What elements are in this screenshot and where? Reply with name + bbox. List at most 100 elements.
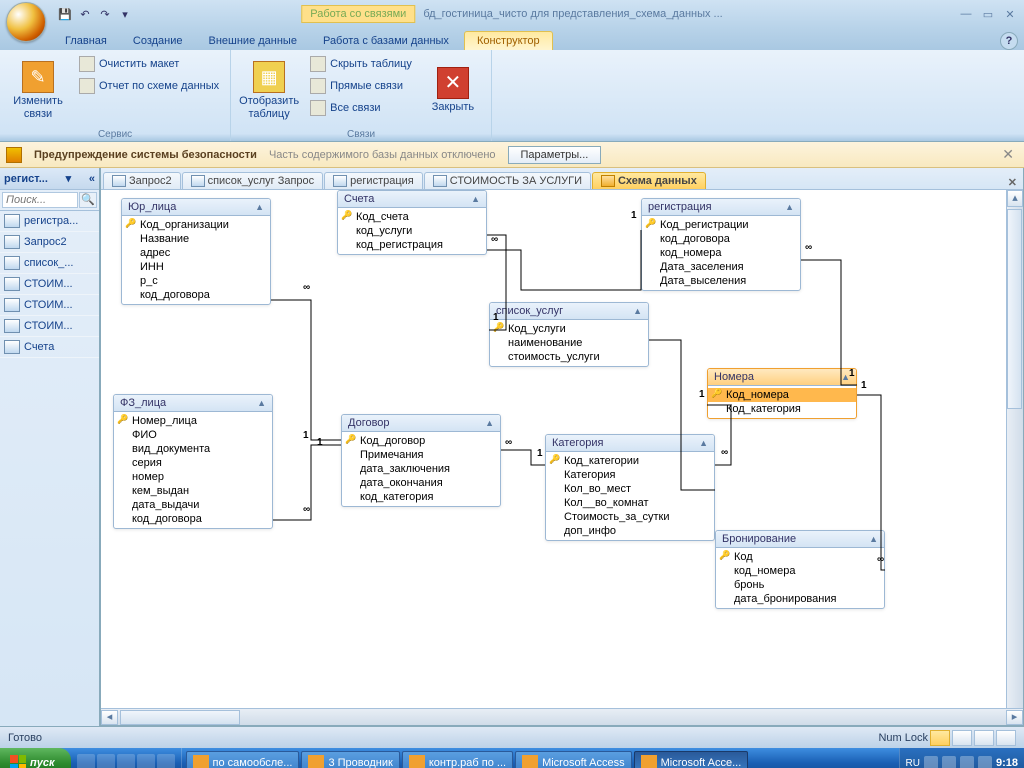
nav-header[interactable]: регист... ▾ « bbox=[0, 168, 99, 190]
nav-object[interactable]: Запрос2 bbox=[0, 232, 99, 253]
ribbon-tab-design[interactable]: Конструктор bbox=[464, 31, 553, 50]
horizontal-scrollbar[interactable]: ◂ ▸ bbox=[101, 708, 1023, 725]
table-fz[interactable]: ФЗ_лица▲Номер_лицаФИОвид_документасериян… bbox=[113, 394, 273, 529]
tray-icon[interactable] bbox=[924, 756, 938, 768]
field[interactable]: Код_номера bbox=[708, 388, 856, 402]
redo-icon[interactable]: ↷ bbox=[96, 5, 114, 23]
doc-tab[interactable]: Запрос2 bbox=[103, 172, 181, 189]
minimize-button[interactable]: — bbox=[956, 5, 976, 23]
field[interactable]: дата_бронирования bbox=[716, 592, 884, 606]
table-spisok[interactable]: список_услуг▲Код_услугинаименованиестоим… bbox=[489, 302, 649, 367]
app-icon[interactable] bbox=[157, 754, 175, 768]
field[interactable]: код_номера bbox=[642, 246, 800, 260]
field[interactable]: р_с bbox=[122, 274, 270, 288]
tray-icon[interactable] bbox=[942, 756, 956, 768]
doc-tab[interactable]: СТОИМОСТЬ ЗА УСЛУГИ bbox=[424, 172, 591, 189]
language-indicator[interactable]: RU bbox=[906, 758, 920, 768]
field[interactable]: код_договора bbox=[114, 512, 272, 526]
scroll-left-icon[interactable]: ◂ bbox=[101, 710, 118, 725]
help-button[interactable]: ? bbox=[1000, 32, 1018, 50]
field[interactable]: наименование bbox=[490, 336, 648, 350]
table-nomera[interactable]: Номера▲ Код_номераКод_категория bbox=[707, 368, 857, 419]
view-sql-button[interactable] bbox=[974, 730, 994, 746]
close-button[interactable]: ✕ bbox=[1000, 5, 1020, 23]
nav-object[interactable]: Счета bbox=[0, 337, 99, 358]
view-datasheet-button[interactable] bbox=[952, 730, 972, 746]
field[interactable]: Код_категория bbox=[708, 402, 856, 416]
nav-object[interactable]: список_... bbox=[0, 253, 99, 274]
chevron-down-icon[interactable]: ▾ bbox=[66, 172, 72, 185]
table-header[interactable]: Бронирование▲ bbox=[716, 531, 884, 548]
desktop-icon[interactable] bbox=[97, 754, 115, 768]
field[interactable]: серия bbox=[114, 456, 272, 470]
table-dogovor[interactable]: Договор▲Код_договорПримечаниядата_заключ… bbox=[341, 414, 501, 507]
nav-object[interactable]: регистра... bbox=[0, 211, 99, 232]
close-design-button[interactable]: ✕ Закрыть bbox=[421, 53, 485, 128]
field[interactable]: Стоимость_за_сутки bbox=[546, 510, 714, 524]
field[interactable]: Номер_лица bbox=[114, 414, 272, 428]
ribbon-tab-dbtools[interactable]: Работа с базами данных bbox=[310, 31, 462, 50]
media-icon[interactable] bbox=[137, 754, 155, 768]
doc-tab[interactable]: регистрация bbox=[324, 172, 423, 189]
field[interactable]: Код_договор bbox=[342, 434, 500, 448]
collapse-pane-icon[interactable]: « bbox=[89, 173, 95, 185]
field[interactable]: Кол_во_мест bbox=[546, 482, 714, 496]
table-kategoria[interactable]: Категория▲Код_категорииКатегорияКол_во_м… bbox=[545, 434, 715, 541]
field[interactable]: код_договора bbox=[122, 288, 270, 302]
taskbar-app-button[interactable]: 3 Проводник bbox=[301, 751, 399, 768]
office-button[interactable] bbox=[6, 2, 46, 42]
close-tab-button[interactable]: ✕ bbox=[1002, 176, 1023, 189]
doc-tab[interactable]: Схема данных bbox=[592, 172, 706, 189]
taskbar-app-button[interactable]: контр.раб по ... bbox=[402, 751, 513, 768]
network-icon[interactable] bbox=[978, 756, 992, 768]
nav-search-input[interactable] bbox=[2, 192, 78, 208]
field[interactable]: Примечания bbox=[342, 448, 500, 462]
hide-table-button[interactable]: Скрыть таблицу bbox=[305, 53, 417, 75]
ribbon-tab-home[interactable]: Главная bbox=[52, 31, 120, 50]
field[interactable]: Дата_заселения bbox=[642, 260, 800, 274]
ie-icon[interactable] bbox=[77, 754, 95, 768]
relationships-canvas[interactable]: Юр_лица▲Код_организацииНазваниеадресИННр… bbox=[101, 190, 1023, 708]
field[interactable]: дата_окончания bbox=[342, 476, 500, 490]
scroll-thumb[interactable] bbox=[120, 710, 240, 725]
table-reg[interactable]: регистрация▲Код_регистрациикод_договорак… bbox=[641, 198, 801, 291]
scroll-right-icon[interactable]: ▸ bbox=[1006, 710, 1023, 725]
show-table-button[interactable]: ▦ Отобразить таблицу bbox=[237, 53, 301, 128]
ribbon-tab-external[interactable]: Внешние данные bbox=[196, 31, 310, 50]
vertical-scrollbar[interactable]: ▴ bbox=[1006, 190, 1023, 708]
field[interactable]: код_услуги bbox=[338, 224, 486, 238]
security-close-button[interactable]: ✕ bbox=[998, 146, 1018, 163]
field[interactable]: код_регистрация bbox=[338, 238, 486, 252]
volume-icon[interactable] bbox=[960, 756, 974, 768]
scroll-up-icon[interactable]: ▴ bbox=[1007, 190, 1023, 207]
field[interactable]: Дата_выселения bbox=[642, 274, 800, 288]
taskbar-app-button[interactable]: Microsoft Acce... bbox=[634, 751, 749, 768]
field[interactable]: Код_категории bbox=[546, 454, 714, 468]
restore-button[interactable]: ▭ bbox=[978, 5, 998, 23]
clear-layout-button[interactable]: Очистить макет bbox=[74, 53, 224, 75]
table-header[interactable]: регистрация▲ bbox=[642, 199, 800, 216]
table-header[interactable]: Номера▲ bbox=[708, 369, 856, 386]
start-button[interactable]: пуск bbox=[0, 748, 71, 768]
table-header[interactable]: ФЗ_лица▲ bbox=[114, 395, 272, 412]
table-header[interactable]: Юр_лица▲ bbox=[122, 199, 270, 216]
table-header[interactable]: список_услуг▲ bbox=[490, 303, 648, 320]
field[interactable]: код_номера bbox=[716, 564, 884, 578]
field[interactable]: ИНН bbox=[122, 260, 270, 274]
view-design-button[interactable] bbox=[930, 730, 950, 746]
scroll-thumb[interactable] bbox=[1007, 209, 1022, 409]
field[interactable]: адрес bbox=[122, 246, 270, 260]
table-bron[interactable]: Бронирование▲ Кодкод_номераброньдата_брон… bbox=[715, 530, 885, 609]
table-scheta[interactable]: Счета▲Код_счетакод_услугикод_регистрация bbox=[337, 190, 487, 255]
all-relations-button[interactable]: Все связи bbox=[305, 97, 417, 119]
field[interactable]: Код_услуги bbox=[490, 322, 648, 336]
nav-object[interactable]: СТОИМ... bbox=[0, 274, 99, 295]
field[interactable]: Код bbox=[716, 550, 884, 564]
undo-icon[interactable]: ↶ bbox=[76, 5, 94, 23]
field[interactable]: доп_инфо bbox=[546, 524, 714, 538]
field[interactable]: бронь bbox=[716, 578, 884, 592]
view-layout-button[interactable] bbox=[996, 730, 1016, 746]
field[interactable]: Категория bbox=[546, 468, 714, 482]
field[interactable]: дата_заключения bbox=[342, 462, 500, 476]
ribbon-tab-create[interactable]: Создание bbox=[120, 31, 196, 50]
